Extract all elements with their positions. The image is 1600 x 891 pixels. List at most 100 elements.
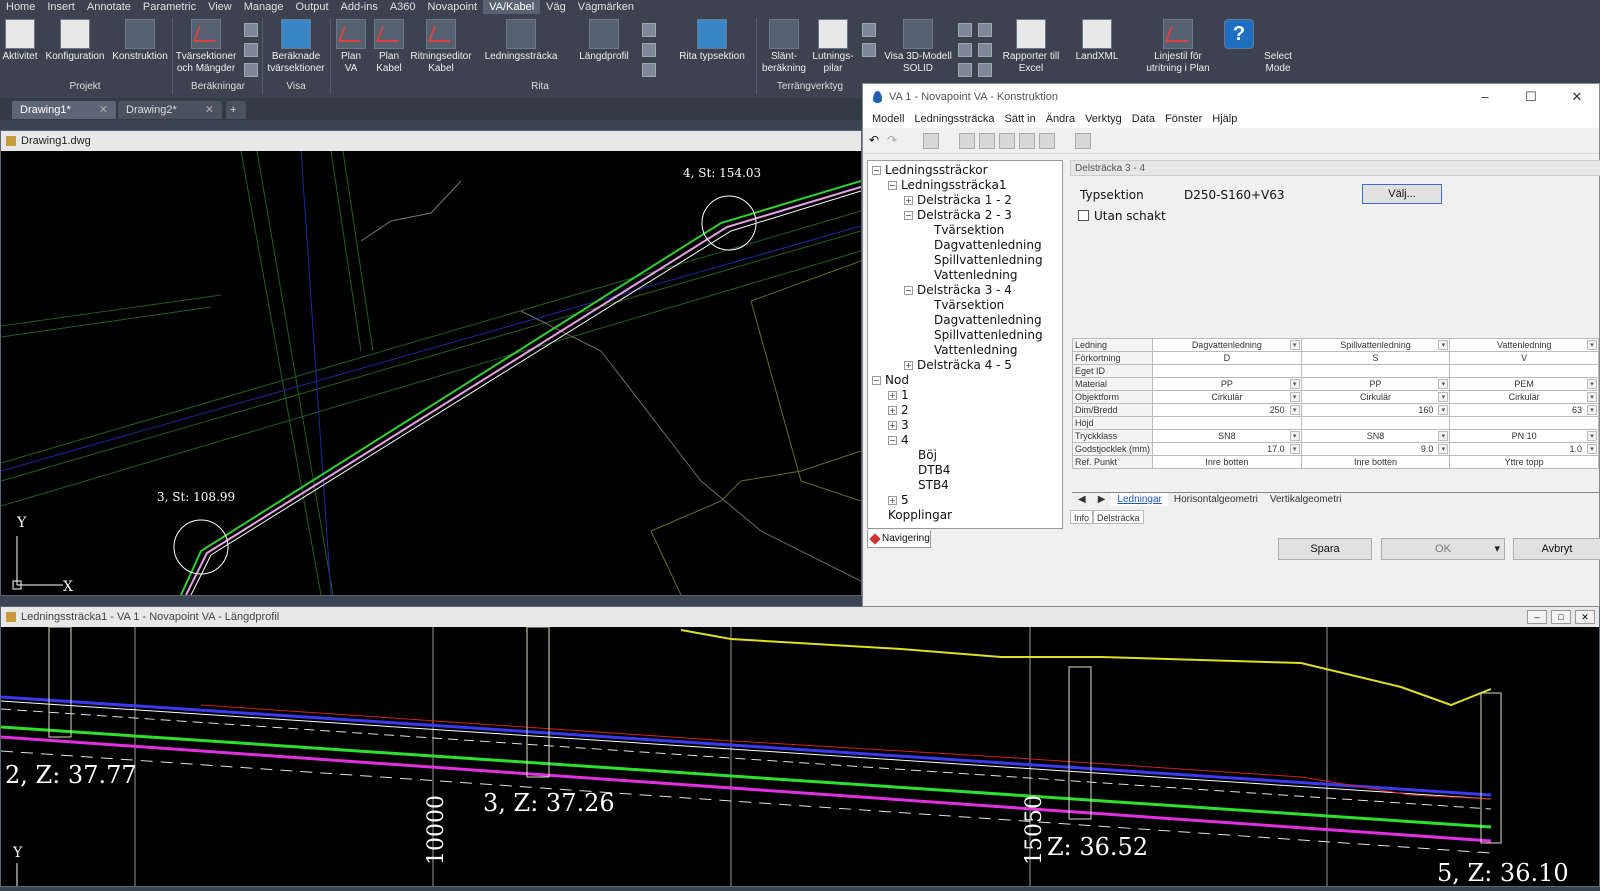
grid-cell[interactable]: Spillvattenledning ▾ [1300,338,1451,352]
dropdown-arrow-icon[interactable]: ▾ [1289,392,1300,402]
grid-cell[interactable] [1152,416,1302,430]
ok-button[interactable]: OK ▾ [1381,538,1505,560]
tree-vattenledning[interactable]: Vattenledning [934,343,1018,358]
grid-cell[interactable] [1449,364,1599,378]
collapse-icon[interactable]: − [872,376,881,385]
ritningseditor-button[interactable]: Ritningseditor Kabel [406,19,476,75]
close-button[interactable]: ✕ [1575,610,1595,624]
small-tool-icon[interactable] [642,43,656,57]
tool-icon[interactable] [999,133,1015,149]
small-tool-icon[interactable] [978,63,992,77]
dropdown-arrow-icon[interactable]: ▾ [1438,444,1449,454]
small-tool-icon[interactable] [642,23,656,37]
select-mode-button[interactable]: Select Mode [1256,19,1300,75]
ribbon-tab-annotate[interactable]: Annotate [81,0,137,14]
expand-icon[interactable]: + [888,406,897,415]
dropdown-arrow-icon[interactable]: ▾ [1289,444,1300,454]
tool-icon[interactable] [959,133,975,149]
expand-icon[interactable]: + [888,421,897,430]
dropdown-arrow-icon[interactable]: ▾ [1289,340,1300,350]
expand-icon[interactable]: + [888,391,897,400]
plan-kabel-button[interactable]: Plan Kabel [370,19,408,75]
tree-tvarsektion[interactable]: Tvärsektion [934,223,1004,238]
konstruktion-button[interactable]: Konstruktion [110,19,170,63]
rapporter-button[interactable]: Rapporter till Excel [1000,19,1062,75]
expand-icon[interactable]: + [904,196,913,205]
ribbon-tab-insert[interactable]: Insert [41,0,81,14]
utan-schakt-checkbox[interactable] [1078,210,1089,221]
small-tool-icon[interactable] [244,63,258,77]
ribbon-tab-output[interactable]: Output [290,0,335,14]
grid-cell[interactable]: 63 ▾ [1449,403,1599,417]
close-icon[interactable]: ✕ [205,104,214,116]
tree-stb4[interactable]: STB4 [918,478,949,493]
small-tool-icon[interactable] [642,63,656,77]
tree-nod-5[interactable]: +5 [888,493,909,508]
tree-dagvattenledning[interactable]: Dagvattenledning [934,238,1042,253]
dropdown-arrow-icon[interactable]: ▾ [1587,340,1597,350]
calculate-icon[interactable] [923,133,939,149]
grid-cell[interactable] [1152,364,1302,378]
grid-cell[interactable]: PP ▾ [1300,377,1451,391]
beraknade-button[interactable]: Beräknade tvärsektioner [264,19,328,75]
menu-modell[interactable]: Modell [867,110,909,128]
tree-delstracka-2-3[interactable]: − Delsträcka 2 - 3 [904,208,1012,223]
small-tool-icon[interactable] [978,23,992,37]
tree-delstracka-3-4[interactable]: − Delsträcka 3 - 4 [904,283,1012,298]
menu-ändra[interactable]: Ändra [1041,110,1080,128]
ledningsstracka-button[interactable]: Ledningssträcka [484,19,558,63]
dropdown-arrow-icon[interactable]: ▾ [1438,392,1449,402]
grid-cell[interactable]: V [1449,351,1599,365]
small-tool-icon[interactable] [862,23,876,37]
valj-button[interactable]: Välj... [1362,184,1442,204]
grid-cell[interactable]: 9.0 ▾ [1300,442,1451,456]
grid-cell[interactable]: Inre botten [1300,455,1451,469]
dropdown-arrow-icon[interactable]: ▾ [1289,379,1300,389]
maximize-button[interactable]: □ [1551,610,1571,624]
spara-button[interactable]: Spara [1278,538,1372,560]
grid-cell[interactable]: Inre botten [1152,455,1302,469]
ribbon-tab-v-gm-rken[interactable]: Vägmärken [572,0,640,14]
grid-cell[interactable]: PN 10 ▾ [1449,429,1599,443]
tab-info[interactable]: Info [1070,510,1094,524]
dropdown-arrow-icon[interactable]: ▾ [1587,405,1597,415]
node-4-marker[interactable] [701,195,757,251]
ribbon-tab-va-kabel[interactable]: VA/Kabel [483,0,541,14]
ribbon-tab-home[interactable]: Home [0,0,41,14]
grid-cell[interactable]: SN8 ▾ [1300,429,1451,443]
grid-cell[interactable] [1300,416,1451,430]
tree-delstracka-1-2[interactable]: + Delsträcka 1 - 2 [904,193,1012,208]
grid-cell[interactable]: Yttre topp [1449,455,1599,469]
ribbon-tab-parametric[interactable]: Parametric [137,0,202,14]
tree-boj[interactable]: Böj [918,448,937,463]
menu-hjälp[interactable]: Hjälp [1207,110,1242,128]
grid-cell[interactable]: D [1152,351,1302,365]
tree-dagvattenledning[interactable]: Dagvattenledning [934,313,1042,328]
ribbon-tab-novapoint[interactable]: Novapoint [422,0,484,14]
small-tool-icon[interactable] [978,43,992,57]
lutningspilar-button[interactable]: Lutnings- pilar [808,19,858,75]
dropdown-arrow-icon[interactable]: ▾ [1494,539,1500,559]
profile-canvas[interactable]: 2, Z: 37.77 3, Z: 37.26 Z: 36.52 5, Z: 3… [0,626,1599,887]
konfiguration-button[interactable]: Konfiguration [42,19,108,63]
visa3d-button[interactable]: Visa 3D-Modell SOLID [882,19,954,75]
grid-cell[interactable]: PP ▾ [1152,377,1302,391]
small-tool-icon[interactable] [244,43,258,57]
collapse-icon[interactable]: − [872,166,881,175]
expand-icon[interactable]: + [904,361,913,370]
grid-cell[interactable]: Dagvattenledning ▾ [1152,338,1302,352]
tree-spillvattenledning[interactable]: Spillvattenledning [934,328,1043,343]
grid-cell[interactable] [1449,416,1599,430]
tab-delstracka[interactable]: Delsträcka [1093,510,1144,524]
dialog-minimize-button[interactable]: – [1463,84,1507,110]
grid-cell[interactable] [1300,364,1451,378]
close-icon[interactable]: ✕ [99,104,108,116]
tree-nod-4[interactable]: −4 [888,433,909,448]
tab-vertikalgeometri[interactable]: Vertikalgeometri [1264,493,1348,506]
dropdown-arrow-icon[interactable]: ▾ [1587,431,1597,441]
grid-cell[interactable]: PEM ▾ [1449,377,1599,391]
dropdown-arrow-icon[interactable]: ▾ [1438,379,1449,389]
menu-ledningssträcka[interactable]: Ledningssträcka [909,110,999,128]
tool-icon[interactable] [1019,133,1035,149]
grid-cell[interactable]: 17.0 ▾ [1152,442,1302,456]
